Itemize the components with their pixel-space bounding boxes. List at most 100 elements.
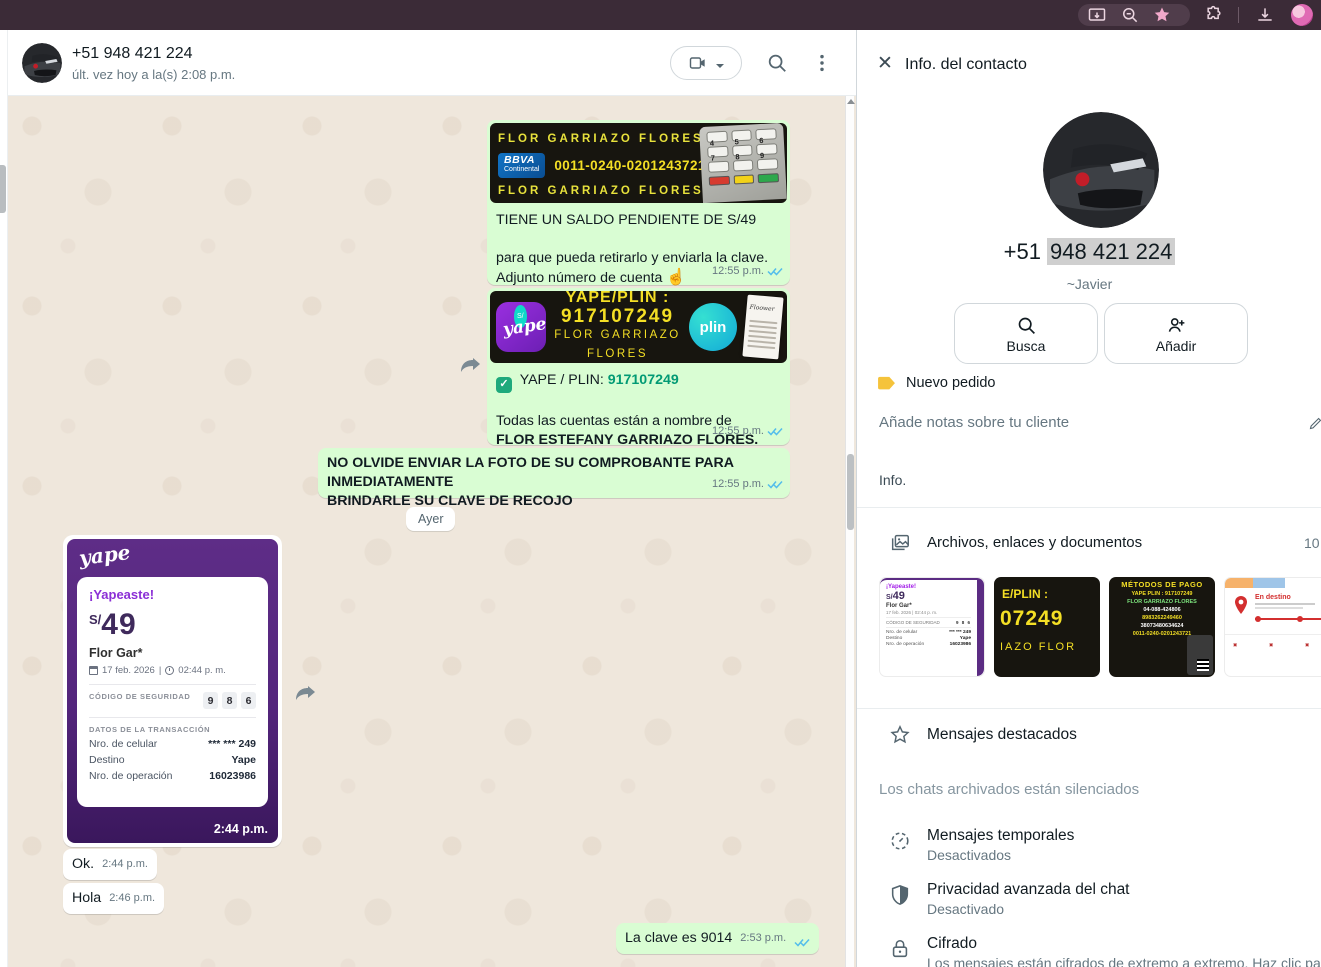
media-count: 10 [1304, 535, 1320, 551]
receipt-title: ¡Yapeaste! [89, 587, 256, 602]
notes-placeholder[interactable]: Añade notas sobre tu cliente [879, 414, 1309, 431]
media-thumb-tracking[interactable]: En destino ▣ ▣ ▣ [1224, 577, 1321, 677]
message-text: ✓ YAPE / PLIN: 917107249 [496, 371, 781, 393]
bbva-logo: BBVA Continental [498, 153, 545, 178]
search-in-chat-icon[interactable] [766, 52, 788, 74]
calendar-icon [89, 666, 98, 675]
advanced-privacy-row[interactable]: Privacidad avanzada del chat Desactivado [857, 881, 1321, 927]
search-contact-button[interactable]: Busca [954, 303, 1098, 364]
encryption-row[interactable]: Cifrado Los mensajes están cifrados de e… [857, 935, 1321, 967]
browser-profile-avatar[interactable] [1291, 4, 1313, 26]
read-receipt-icon [794, 937, 810, 948]
message-bubble-clave[interactable]: La clave es 9014 2:53 p.m. [616, 923, 819, 954]
media-links-docs-row[interactable]: Archivos, enlaces y documentos 10 [857, 530, 1321, 576]
bbva-account-number: 0011-0240-0201243721 [554, 156, 705, 175]
message-bubble-yape[interactable]: S/ yape YAPE/PLIN : 917107249 FLOR GARRI… [487, 288, 790, 445]
chat-title[interactable]: +51 948 421 224 [72, 45, 193, 63]
video-call-button[interactable] [670, 46, 742, 80]
location-pin-icon [1233, 596, 1249, 616]
message-text: TIENE UN SALDO PENDIENTE DE S/49 [496, 211, 781, 230]
receipt-amount: S/49 [89, 608, 256, 642]
extensions-icon[interactable] [1204, 5, 1224, 25]
conversation-panel: +51 948 421 224 últ. vez hoy a la(s) 2:0… [8, 30, 856, 967]
chat-header[interactable]: +51 948 421 224 últ. vez hoy a la(s) 2:0… [8, 30, 856, 96]
message-time: 12:55 p.m. [712, 475, 764, 494]
message-bubble-saldo[interactable]: FLOR GARRIAZO FLORES BBVA Continental 00… [487, 120, 790, 285]
bookmark-star-icon[interactable] [1152, 5, 1172, 25]
yape-receipt-image[interactable]: yape ¡Yapeaste! S/49 Flor Gar* 17 feb. 2… [67, 539, 278, 843]
check-mark-emoji: ✓ [496, 377, 512, 393]
phone-link[interactable]: 917107249 [608, 372, 679, 388]
chevron-down-icon [715, 58, 725, 68]
chat-scrollbar-thumb[interactable] [847, 454, 854, 530]
message-bubble-ok[interactable]: Ok. 2:44 p.m. [63, 849, 157, 880]
person-add-icon [1166, 315, 1187, 336]
timer-icon [889, 830, 911, 852]
message-bubble-hola[interactable]: Hola 2:46 p.m. [63, 883, 164, 914]
message-bubble-no-olvide[interactable]: NO OLVIDE ENVIAR LA FOTO DE SU COMPROBAN… [318, 448, 790, 498]
chat-menu-icon[interactable] [811, 52, 833, 74]
yape-logo: yape [78, 540, 132, 570]
message-time: 2:44 p.m. [214, 822, 268, 836]
receipt-row: Nro. de operación16023986 [89, 770, 256, 782]
receipt-row: DestinoYape [89, 754, 256, 766]
read-receipt-icon [767, 266, 783, 277]
read-receipt-icon [767, 426, 783, 437]
chat-label-row[interactable]: Nuevo pedido [877, 375, 996, 391]
yape-logo: S/ yape [496, 302, 546, 352]
forward-icon[interactable] [456, 350, 486, 380]
shield-icon [889, 884, 911, 906]
info-section-label: Info. [879, 472, 906, 488]
security-code-digits: 9 8 6 [203, 692, 256, 709]
label-tag-text: Nuevo pedido [906, 375, 996, 391]
message-text: Hola [72, 889, 101, 908]
contact-info-panel: ✕ Info. del contacto +51 948 421 224 ~Ja… [856, 30, 1321, 967]
message-text: Ok. [72, 855, 94, 874]
media-thumb-yape-plin[interactable]: E/PLIN : 07249 IAZO FLOR [994, 577, 1100, 677]
forward-icon[interactable] [291, 678, 321, 708]
chat-list-edge [0, 30, 8, 967]
receipt-row: Nro. de celular*** *** 249 [89, 738, 256, 750]
message-area[interactable]: FLOR GARRIAZO FLORES BBVA Continental 00… [8, 96, 856, 967]
message-text: La clave es 9014 [625, 929, 732, 948]
plin-logo: plin [689, 303, 737, 351]
pos-terminal-graphic [1187, 635, 1213, 675]
contact-phone[interactable]: +51 948 421 224 [857, 239, 1321, 265]
screen-cast-icon[interactable] [1087, 5, 1107, 25]
disappearing-messages-row[interactable]: Mensajes temporales Desactivados [857, 827, 1321, 873]
archived-muted-note: Los chats archivados están silenciados [879, 781, 1139, 798]
chat-last-seen: últ. vez hoy a la(s) 2:08 p.m. [72, 67, 235, 82]
message-time: 12:55 p.m. [712, 422, 764, 441]
chat-scrollbar[interactable] [845, 96, 854, 967]
message-time: 2:46 p.m. [109, 889, 155, 908]
yape-plin-number: 917107249 [554, 307, 681, 326]
divider [857, 507, 1321, 508]
date-divider: Ayer [406, 507, 455, 531]
bbva-account-image[interactable]: FLOR GARRIAZO FLORES BBVA Continental 00… [490, 123, 787, 203]
close-icon[interactable]: ✕ [873, 52, 897, 76]
pointing-up-emoji: ☝ [666, 269, 686, 286]
message-bubble-receipt[interactable]: yape ¡Yapeaste! S/49 Flor Gar* 17 feb. 2… [63, 535, 282, 847]
edit-pencil-icon[interactable] [1308, 416, 1321, 431]
media-gallery-icon [889, 532, 911, 554]
scroll-up-arrow[interactable] [847, 99, 855, 104]
yape-plin-holder: FLOR GARRIAZO FLORES [554, 326, 681, 364]
video-camera-icon [688, 53, 708, 73]
media-thumb-metodos-pago[interactable]: MÉTODOS DE PAGO YAPE PLIN : 917107249 FL… [1109, 577, 1215, 677]
media-thumb-receipt[interactable]: ¡Yapeaste! S/49 Flor Gar* 17 feb. 2026 |… [879, 577, 985, 677]
contact-photo[interactable] [1043, 112, 1159, 228]
downloads-icon[interactable] [1255, 5, 1275, 25]
chat-list-scrollbar[interactable] [0, 165, 6, 213]
yape-plin-label: YAPE/PLIN : [554, 291, 681, 307]
lock-icon [889, 938, 911, 960]
zoom-out-icon[interactable] [1120, 5, 1140, 25]
whatsapp-web-window: +51 948 421 224 últ. vez hoy a la(s) 2:0… [0, 0, 1321, 967]
add-contact-button[interactable]: Añadir [1104, 303, 1248, 364]
yape-plin-image[interactable]: S/ yape YAPE/PLIN : 917107249 FLOR GARRI… [490, 291, 787, 363]
clock-icon [165, 666, 174, 675]
phone-selected-text: 948 421 224 [1047, 238, 1175, 265]
starred-messages-row[interactable]: Mensajes destacados [857, 722, 1321, 752]
toolbar-divider [1238, 7, 1239, 23]
contact-avatar[interactable] [22, 43, 62, 83]
pos-terminal-graphic: 4 5 6 7 8 9 [699, 123, 787, 203]
